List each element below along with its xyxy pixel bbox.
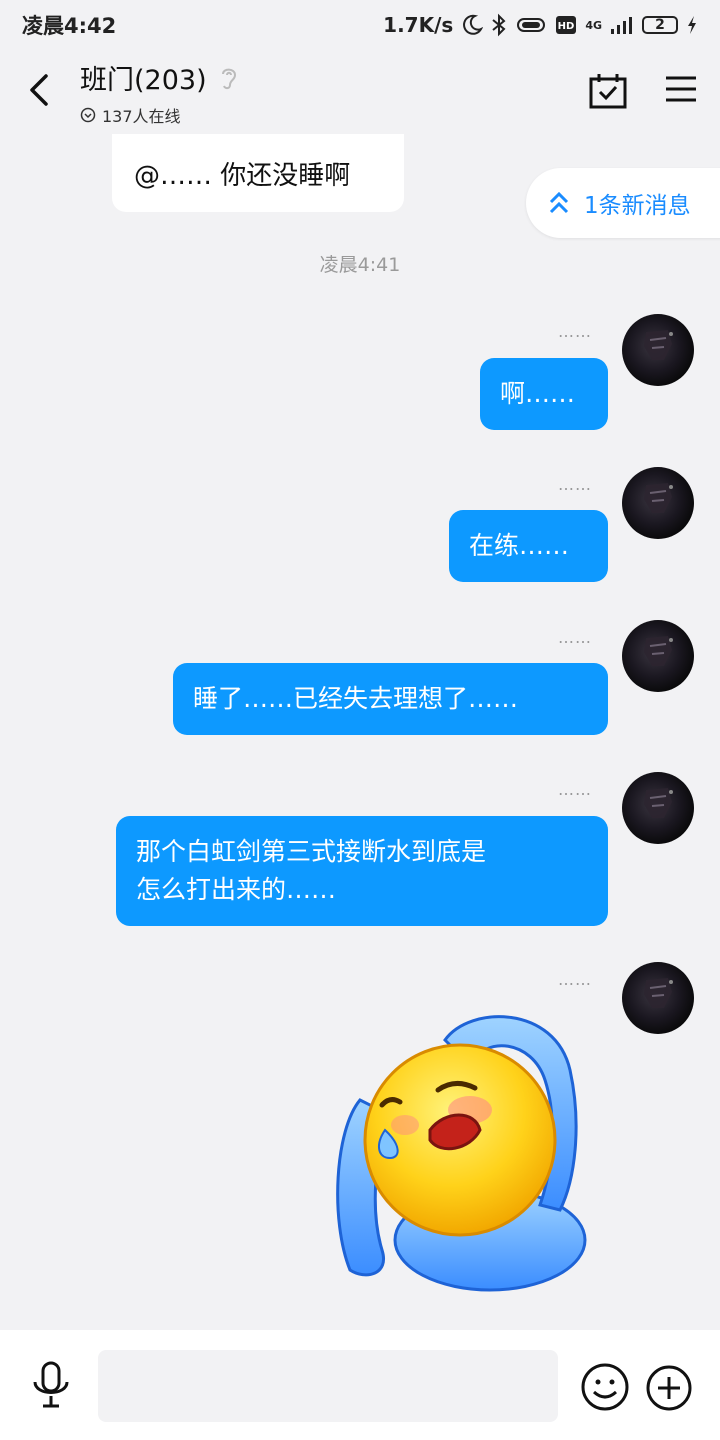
sender-name: …… <box>558 628 592 647</box>
message-timestamp: 凌晨4:41 <box>319 254 401 276</box>
bluetooth-icon <box>492 13 506 37</box>
moon-icon <box>463 14 484 35</box>
message-text-line: 那个白虹剑第三式接断水到底是 <box>136 837 487 866</box>
net-speed: 1.7K/s <box>383 13 454 37</box>
message-text: 睡了……已经失去理想了…… <box>193 684 519 713</box>
avatar[interactable] <box>622 467 694 539</box>
sender-name: …… <box>558 475 592 494</box>
avatar[interactable] <box>622 962 694 1034</box>
chat-screen: 凌晨4:42 1.7K/s HD 4G 2 班门(203) 137人在线 @……… <box>0 0 720 1440</box>
online-count-row: 137人在线 <box>80 103 241 127</box>
new-messages-label: 1条新消息 <box>584 193 691 219</box>
avatar[interactable] <box>622 772 694 844</box>
message-text: 在练…… <box>469 531 570 560</box>
back-button[interactable] <box>24 70 56 110</box>
battery-level: 2 <box>655 17 665 33</box>
calendar-check-button[interactable] <box>588 72 628 110</box>
incoming-message-bubble[interactable]: @…… 你还没睡啊 <box>112 134 404 212</box>
plus-button[interactable] <box>645 1364 693 1412</box>
online-count: 137人在线 <box>102 107 181 126</box>
message-bubble[interactable]: 睡了……已经失去理想了…… <box>173 663 608 735</box>
incoming-message-text: @…… 你还没睡啊 <box>134 160 351 191</box>
message-bubble[interactable]: 那个白虹剑第三式接断水到底是 怎么打出来的…… <box>116 816 608 926</box>
message-bubble[interactable]: 在练…… <box>449 510 608 582</box>
hd-icon: HD <box>556 16 577 34</box>
chevron-down-circle-icon <box>80 107 96 123</box>
sender-name: …… <box>558 780 592 799</box>
sender-name: …… <box>558 322 592 341</box>
crying-emoji-sticker[interactable] <box>320 1010 610 1300</box>
message-bubble[interactable]: 啊…… <box>480 358 608 430</box>
network-type: 4G <box>585 18 602 32</box>
message-input-bar <box>0 1330 720 1440</box>
message-input[interactable] <box>98 1350 558 1422</box>
status-bar: 凌晨4:42 1.7K/s HD 4G 2 <box>0 0 720 50</box>
message-text: 啊…… <box>500 379 576 408</box>
avatar[interactable] <box>622 314 694 386</box>
emoji-button[interactable] <box>580 1362 630 1412</box>
chat-header: 班门(203) 137人在线 <box>0 50 720 132</box>
group-title: 班门(203) <box>80 65 207 96</box>
svg-text:HD: HD <box>558 21 575 32</box>
new-messages-button[interactable]: 1条新消息 <box>526 168 720 238</box>
sender-name: …… <box>558 970 592 989</box>
avatar[interactable] <box>622 620 694 692</box>
microphone-button[interactable] <box>30 1360 72 1410</box>
group-title-area[interactable]: 班门(203) 137人在线 <box>80 58 241 127</box>
message-text-line: 怎么打出来的…… <box>136 875 337 904</box>
charging-icon <box>688 16 696 34</box>
double-chevron-up-icon <box>549 191 569 214</box>
menu-button[interactable] <box>664 74 698 104</box>
ear-icon <box>221 68 236 89</box>
status-time: 凌晨4:42 <box>22 14 117 38</box>
status-icons: 1.7K/s HD 4G 2 <box>383 13 698 37</box>
signal-icon <box>611 17 632 34</box>
vibrate-icon <box>517 18 546 32</box>
battery-indicator: 2 <box>642 16 678 34</box>
